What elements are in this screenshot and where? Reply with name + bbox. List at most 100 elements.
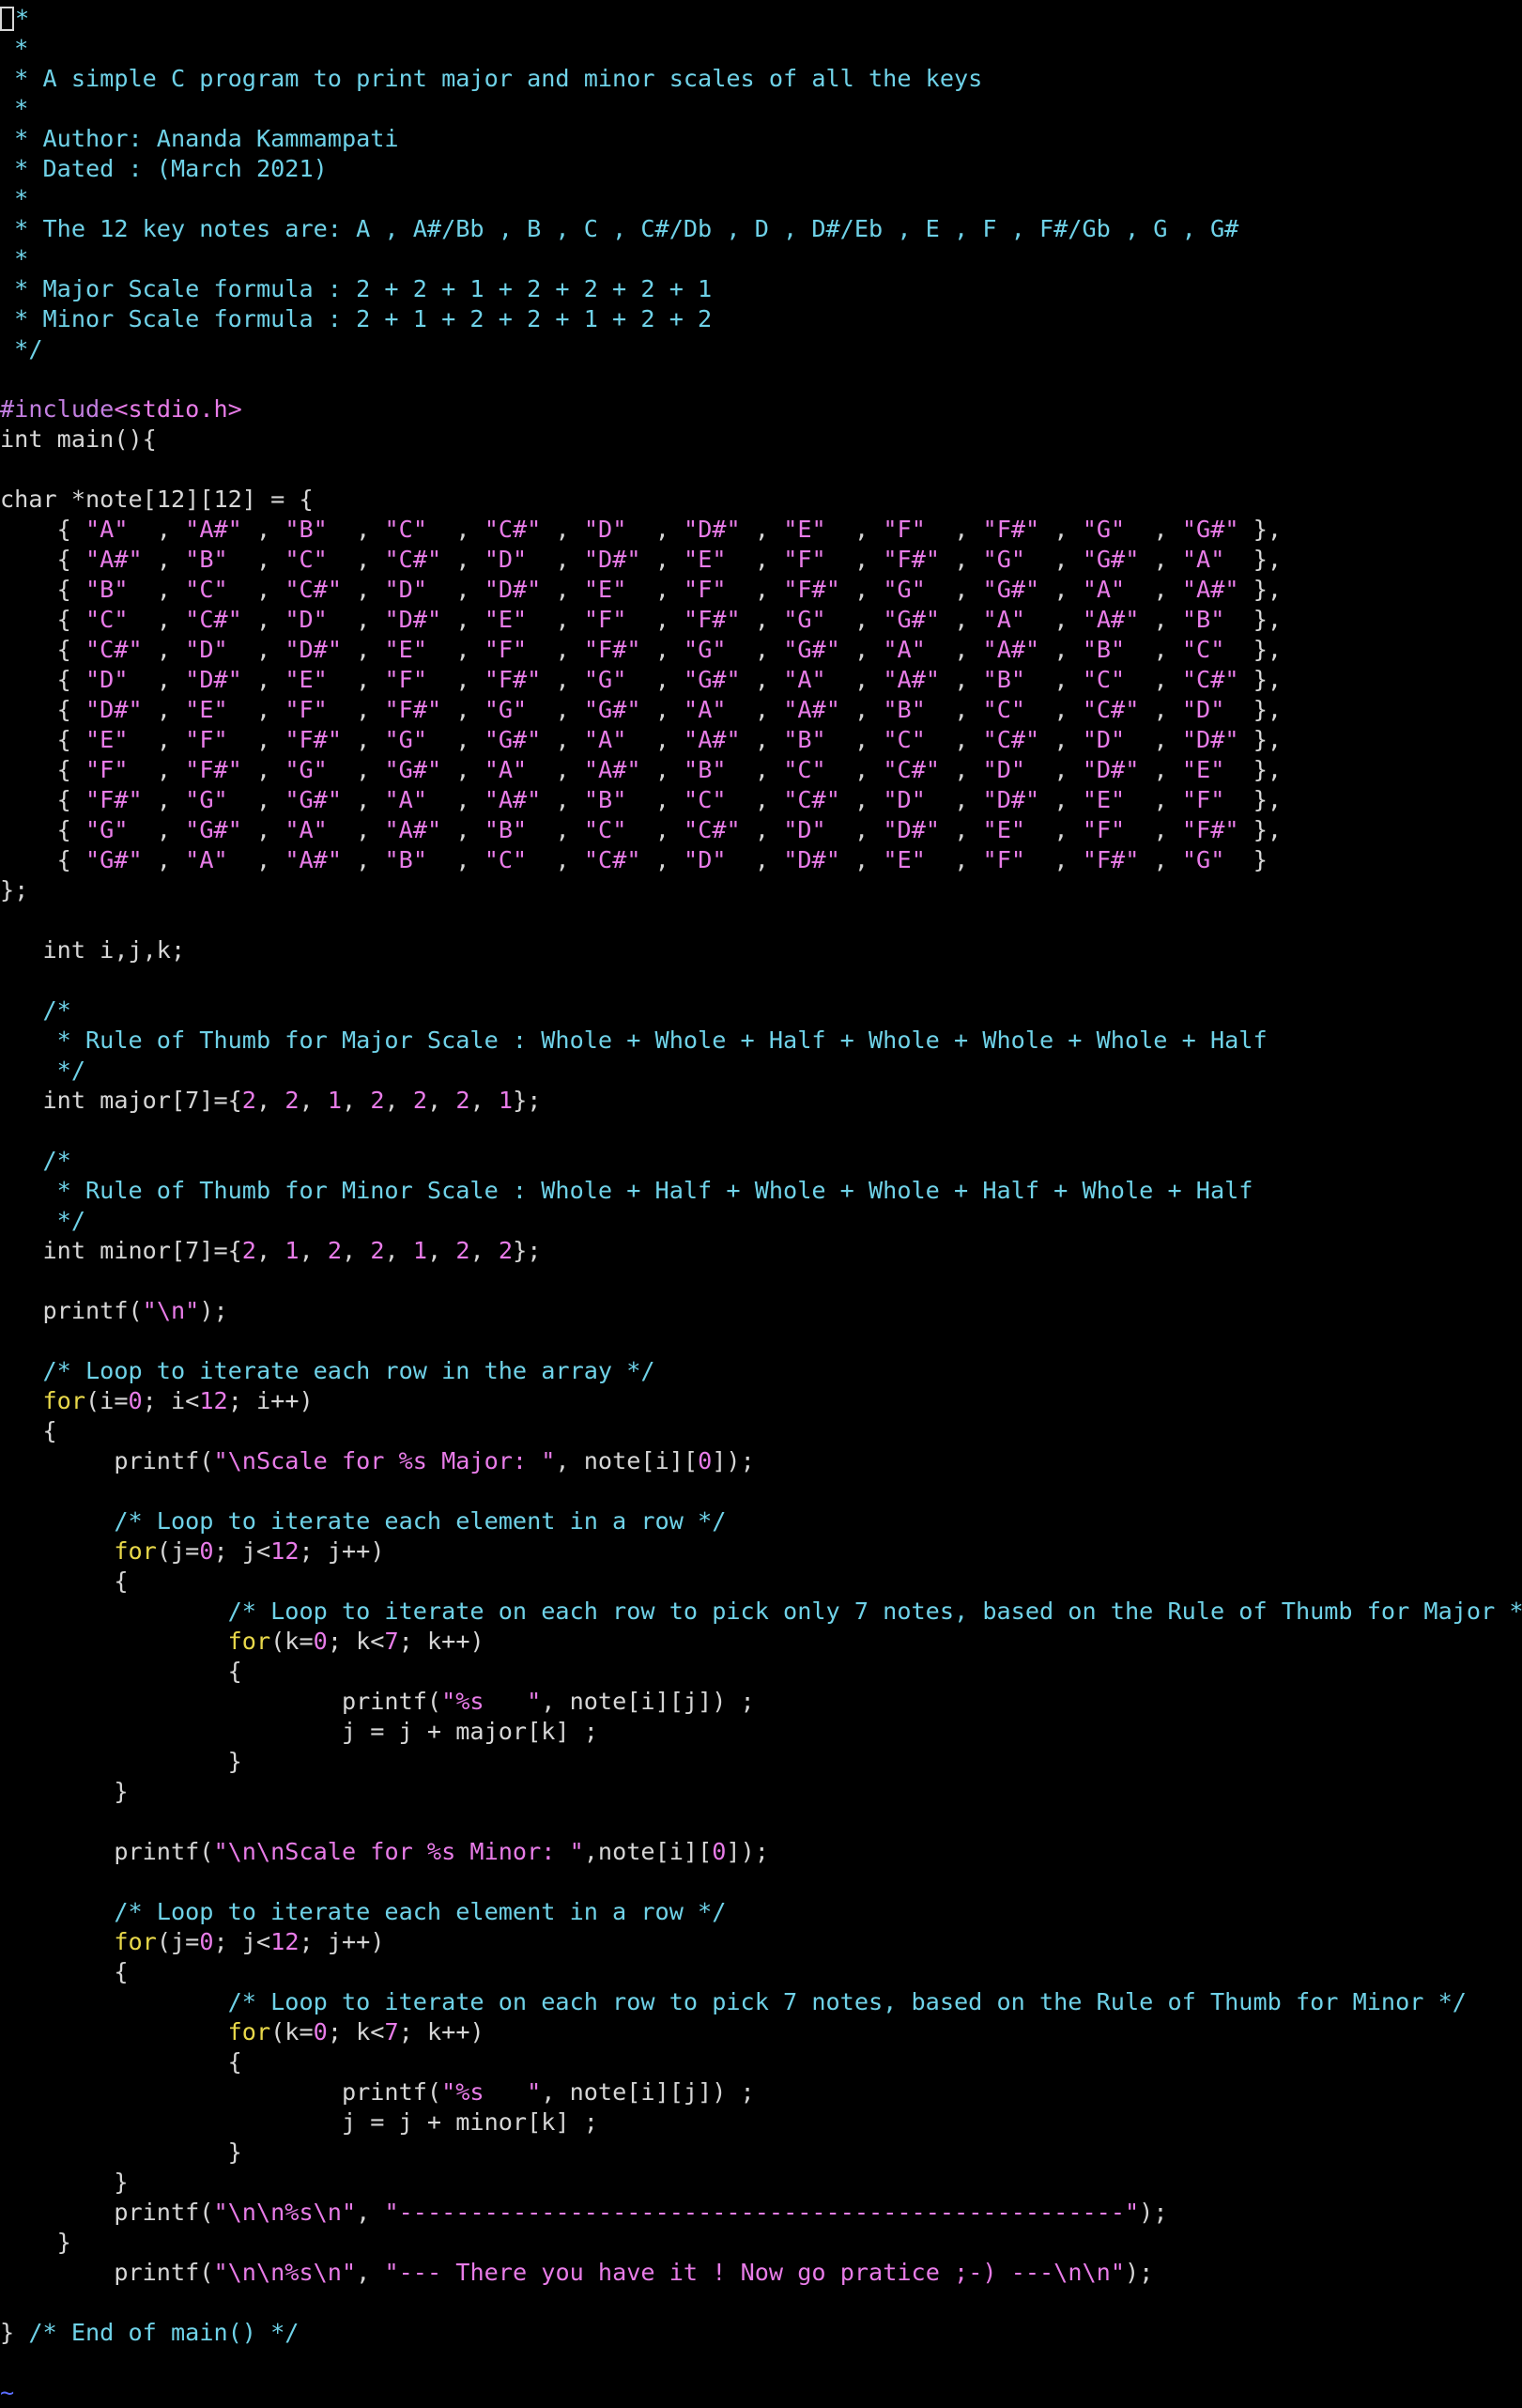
code-constant: "F" [1082, 816, 1154, 843]
code-line: { [0, 2047, 1522, 2077]
code-constant: "B" [583, 786, 655, 813]
code-constant: 0 [199, 1537, 214, 1565]
code-text: { [0, 1658, 242, 1685]
code-constant: "E" [684, 546, 755, 573]
code-text: printf( [0, 2199, 214, 2226]
code-text: , [256, 726, 285, 753]
code-comment: */ [0, 335, 43, 363]
code-constant: 1 [284, 1237, 300, 1264]
code-constant: "D#" [185, 666, 242, 693]
code-constant: 7 [384, 1628, 399, 1655]
code-comment: * A simple C program to print major and … [0, 65, 983, 92]
code-text: , [640, 846, 684, 873]
code-text: , [299, 1237, 328, 1264]
code-text: ]); [726, 1838, 769, 1865]
code-constant: "F#" [484, 666, 542, 693]
code-constant: 2 [370, 1237, 385, 1264]
code-editor[interactable]: * * * A simple C program to print major … [0, 4, 1522, 2408]
code-comment: */ [0, 1207, 85, 1234]
code-text: , [1053, 546, 1083, 573]
code-line: for(j=0; j<12; j++) [0, 1536, 1522, 1567]
code-comment: /* Loop to iterate each element in a row… [0, 1507, 727, 1535]
code-text: , [142, 696, 186, 723]
code-text: , [839, 636, 884, 663]
code-text: , [854, 726, 884, 753]
code-line: { "G" , "G#" , "A" , "A#" , "B" , "C" , … [0, 815, 1522, 845]
code-constant: "E" [1181, 756, 1253, 783]
code-constant: "C" [185, 576, 256, 603]
code-constant: "D#" [883, 816, 941, 843]
code-text: { [0, 2048, 242, 2076]
code-text: , [469, 1237, 499, 1264]
code-text: , [555, 546, 584, 573]
code-comment: */ [0, 1057, 85, 1084]
code-constant: "D" [783, 816, 855, 843]
code-line: { "G#" , "A" , "A#" , "B" , "C" , "C#" ,… [0, 845, 1522, 875]
code-line: { "D#" , "E" , "F" , "F#" , "G" , "G#" ,… [0, 695, 1522, 725]
code-line: { "C" , "C#" , "D" , "D#" , "E" , "F" , … [0, 605, 1522, 635]
code-line: { [0, 1657, 1522, 1687]
code-constant: 7 [384, 2018, 399, 2045]
code-constant: "G" [185, 786, 256, 813]
code-text: }, [1238, 726, 1283, 753]
code-line: int major[7]={2, 2, 1, 2, 2, 2, 1}; [0, 1086, 1522, 1116]
code-text: }, [1253, 636, 1283, 663]
code-line: } [0, 2168, 1522, 2198]
code-text: , [241, 606, 285, 633]
code-line: /* Loop to iterate on each row to pick 7… [0, 1987, 1522, 2017]
code-comment: * Dated : (March 2021) [0, 155, 328, 182]
code-constant: 2 [241, 1237, 256, 1264]
code-text: , [541, 786, 584, 813]
code-line: ~ [0, 2378, 1522, 2408]
code-line: { "A#" , "B" , "C" , "C#" , "D" , "D#" ,… [0, 545, 1522, 575]
code-text: ; k< [327, 1628, 385, 1655]
code-constant: 2 [455, 1237, 470, 1264]
code-text: , [940, 546, 983, 573]
code-comment: /* Loop to iterate each row in the array… [0, 1357, 655, 1384]
code-constant: "D#" [684, 516, 741, 543]
code-line: }; [0, 875, 1522, 905]
code-constant: 2 [241, 1087, 256, 1114]
code-text: , [654, 606, 684, 633]
code-text: , [427, 1237, 456, 1264]
code-text: , [356, 666, 385, 693]
code-constant: "C#" [684, 816, 741, 843]
code-text: , [954, 636, 983, 663]
code-constant: "--- There you have it ! Now go pratice … [384, 2259, 1126, 2286]
code-constant: "\n\n%s\n" [213, 2259, 357, 2286]
code-constant: "C" [583, 816, 655, 843]
code-constant: "F" [85, 756, 157, 783]
code-constant: "A#" [384, 816, 442, 843]
code-constant: "F#" [684, 606, 741, 633]
code-constant: "F" [185, 726, 256, 753]
code-text: , [1139, 696, 1182, 723]
code-constant: "D#" [284, 636, 343, 663]
code-line: */ [0, 334, 1522, 364]
code-text: } [0, 2319, 29, 2346]
code-comment: * [15, 5, 30, 32]
code-constant: "C" [883, 726, 955, 753]
code-text: printf( [0, 2078, 442, 2106]
code-text: , [555, 696, 584, 723]
code-text: , [441, 756, 484, 783]
code-line: { [0, 1957, 1522, 1987]
code-constant: 0 [128, 1387, 143, 1414]
code-constant: "G#" [583, 696, 641, 723]
code-text: ; i< [142, 1387, 200, 1414]
code-text: , [1039, 516, 1083, 543]
code-text: ; i++) [227, 1387, 314, 1414]
code-text: , [1153, 516, 1182, 543]
code-text: , [356, 816, 385, 843]
code-line: int i,j,k; [0, 935, 1522, 965]
code-text: j = j + major[k] ; [0, 1718, 598, 1745]
code-constant: "D" [484, 546, 556, 573]
code-comment: * Rule of Thumb for Minor Scale : Whole … [0, 1177, 1253, 1204]
